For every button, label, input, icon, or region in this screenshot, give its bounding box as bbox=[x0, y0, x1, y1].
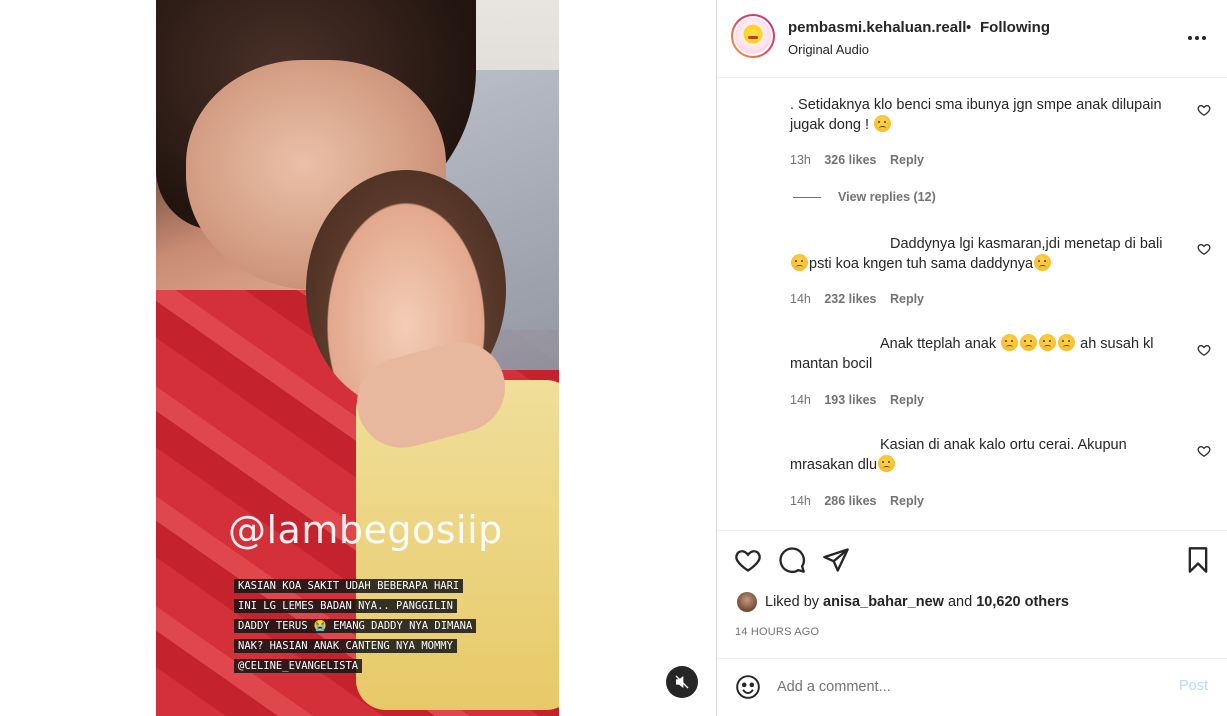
video-watermark: @lambegosiip bbox=[228, 508, 503, 552]
heart-icon[interactable] bbox=[734, 546, 762, 574]
sad-face-emoji-icon bbox=[1034, 254, 1052, 271]
comment-meta: 13h 326 likes Reply bbox=[790, 153, 934, 167]
post-video[interactable]: @lambegosiip Kasian koa sakit udah beber… bbox=[156, 0, 559, 716]
sad-face-emoji-icon bbox=[791, 254, 808, 271]
comment-likes[interactable]: 326 likes bbox=[824, 153, 876, 167]
comment-meta: 14h 232 likes Reply bbox=[790, 292, 934, 306]
liked-by-prefix: Liked by bbox=[765, 594, 820, 610]
comment-time: 14h bbox=[790, 292, 811, 306]
add-comment-bar: Post bbox=[717, 658, 1227, 716]
comments-list[interactable]: . Setidaknya klo benci sma ibunya jgn sm… bbox=[717, 79, 1227, 531]
comment-likes[interactable]: 286 likes bbox=[824, 494, 876, 508]
comment-text: Kasian di anak kalo ortu cerai. Akupun m… bbox=[790, 437, 1127, 473]
comment-like-heart-icon[interactable] bbox=[1197, 444, 1211, 458]
video-caption: Kasian koa sakit udah beberapa hari ini … bbox=[234, 576, 484, 676]
comment-likes[interactable]: 232 likes bbox=[824, 292, 876, 306]
liked-by-others-link[interactable]: 10,620 others bbox=[976, 594, 1069, 610]
emoji-icon[interactable] bbox=[735, 674, 761, 700]
sad-face-emoji-icon bbox=[1058, 334, 1076, 351]
more-horizontal-icon bbox=[1188, 36, 1192, 40]
comment-reply-button[interactable]: Reply bbox=[890, 494, 924, 508]
bookmark-icon[interactable] bbox=[1184, 546, 1212, 574]
liked-by-user-link[interactable]: anisa_bahar_new bbox=[823, 594, 944, 610]
audio-link[interactable]: Original Audio bbox=[788, 42, 869, 57]
following-button[interactable]: Following bbox=[980, 19, 1050, 36]
post-action-bar bbox=[717, 541, 1227, 581]
header-separator: • bbox=[966, 19, 972, 36]
avatar[interactable] bbox=[731, 14, 775, 58]
liked-by-and: and bbox=[947, 594, 973, 610]
sad-face-emoji-icon bbox=[874, 115, 892, 132]
mute-button[interactable] bbox=[666, 666, 698, 698]
send-icon[interactable] bbox=[822, 546, 850, 574]
comment-item: . Setidaknya klo benci sma ibunya jgn sm… bbox=[790, 95, 1190, 135]
avatar-image bbox=[735, 18, 771, 54]
comment-meta: 14h 286 likes Reply bbox=[790, 494, 934, 508]
comment-time: 14h bbox=[790, 494, 811, 508]
post-timestamp[interactable]: 14 HOURS AGO bbox=[735, 626, 819, 638]
comment-text: Anak tteplah anak ah susah kl mantan boc… bbox=[790, 334, 1154, 372]
comment-reply-button[interactable]: Reply bbox=[890, 153, 924, 167]
comment-item: Daddynya lgi kasmaran,jdi menetap di bal… bbox=[790, 234, 1190, 274]
post-side-panel: pembasmi.kehaluan.reall • Following Orig… bbox=[716, 0, 1227, 716]
media-pane: @lambegosiip Kasian koa sakit udah beber… bbox=[0, 0, 716, 716]
post-header: pembasmi.kehaluan.reall • Following Orig… bbox=[717, 0, 1227, 78]
speaker-muted-icon bbox=[675, 675, 689, 689]
comment-icon[interactable] bbox=[778, 546, 806, 574]
comment-time: 13h bbox=[790, 153, 811, 167]
comment-item: Kasian di anak kalo ortu cerai. Akupun m… bbox=[790, 435, 1190, 475]
sad-face-emoji-icon bbox=[1020, 334, 1038, 351]
comment-reply-button[interactable]: Reply bbox=[890, 393, 924, 407]
comment-meta: 14h 193 likes Reply bbox=[790, 393, 934, 407]
comment-like-heart-icon[interactable] bbox=[1197, 103, 1211, 117]
comment-reply-button[interactable]: Reply bbox=[890, 292, 924, 306]
comment-item: Anak tteplah anak ah susah kl mantan boc… bbox=[790, 334, 1190, 374]
sad-face-emoji-icon bbox=[878, 455, 896, 472]
more-options-button[interactable] bbox=[1185, 28, 1209, 48]
liked-by-summary: Liked by anisa_bahar_new and 10,620 othe… bbox=[737, 590, 1069, 614]
comment-like-heart-icon[interactable] bbox=[1197, 343, 1211, 357]
username-link[interactable]: pembasmi.kehaluan.reall bbox=[788, 19, 966, 36]
comment-text: . Setidaknya klo benci sma ibunya jgn sm… bbox=[790, 97, 1162, 133]
comment-time: 14h bbox=[790, 393, 811, 407]
sad-face-emoji-icon bbox=[1039, 334, 1057, 351]
view-replies-button[interactable]: View replies (12) bbox=[793, 190, 936, 204]
comment-like-heart-icon[interactable] bbox=[1197, 242, 1211, 256]
sad-face-emoji-icon bbox=[1001, 334, 1019, 351]
comment-text: Daddynya lgi kasmaran,jdi menetap di bal… bbox=[790, 234, 1190, 274]
comment-likes[interactable]: 193 likes bbox=[824, 393, 876, 407]
post-comment-button[interactable]: Post bbox=[1179, 678, 1208, 694]
video-caption-text: Kasian koa sakit udah beberapa hari ini … bbox=[234, 579, 477, 673]
liker-avatar[interactable] bbox=[737, 592, 757, 612]
comment-input[interactable] bbox=[777, 675, 1157, 699]
